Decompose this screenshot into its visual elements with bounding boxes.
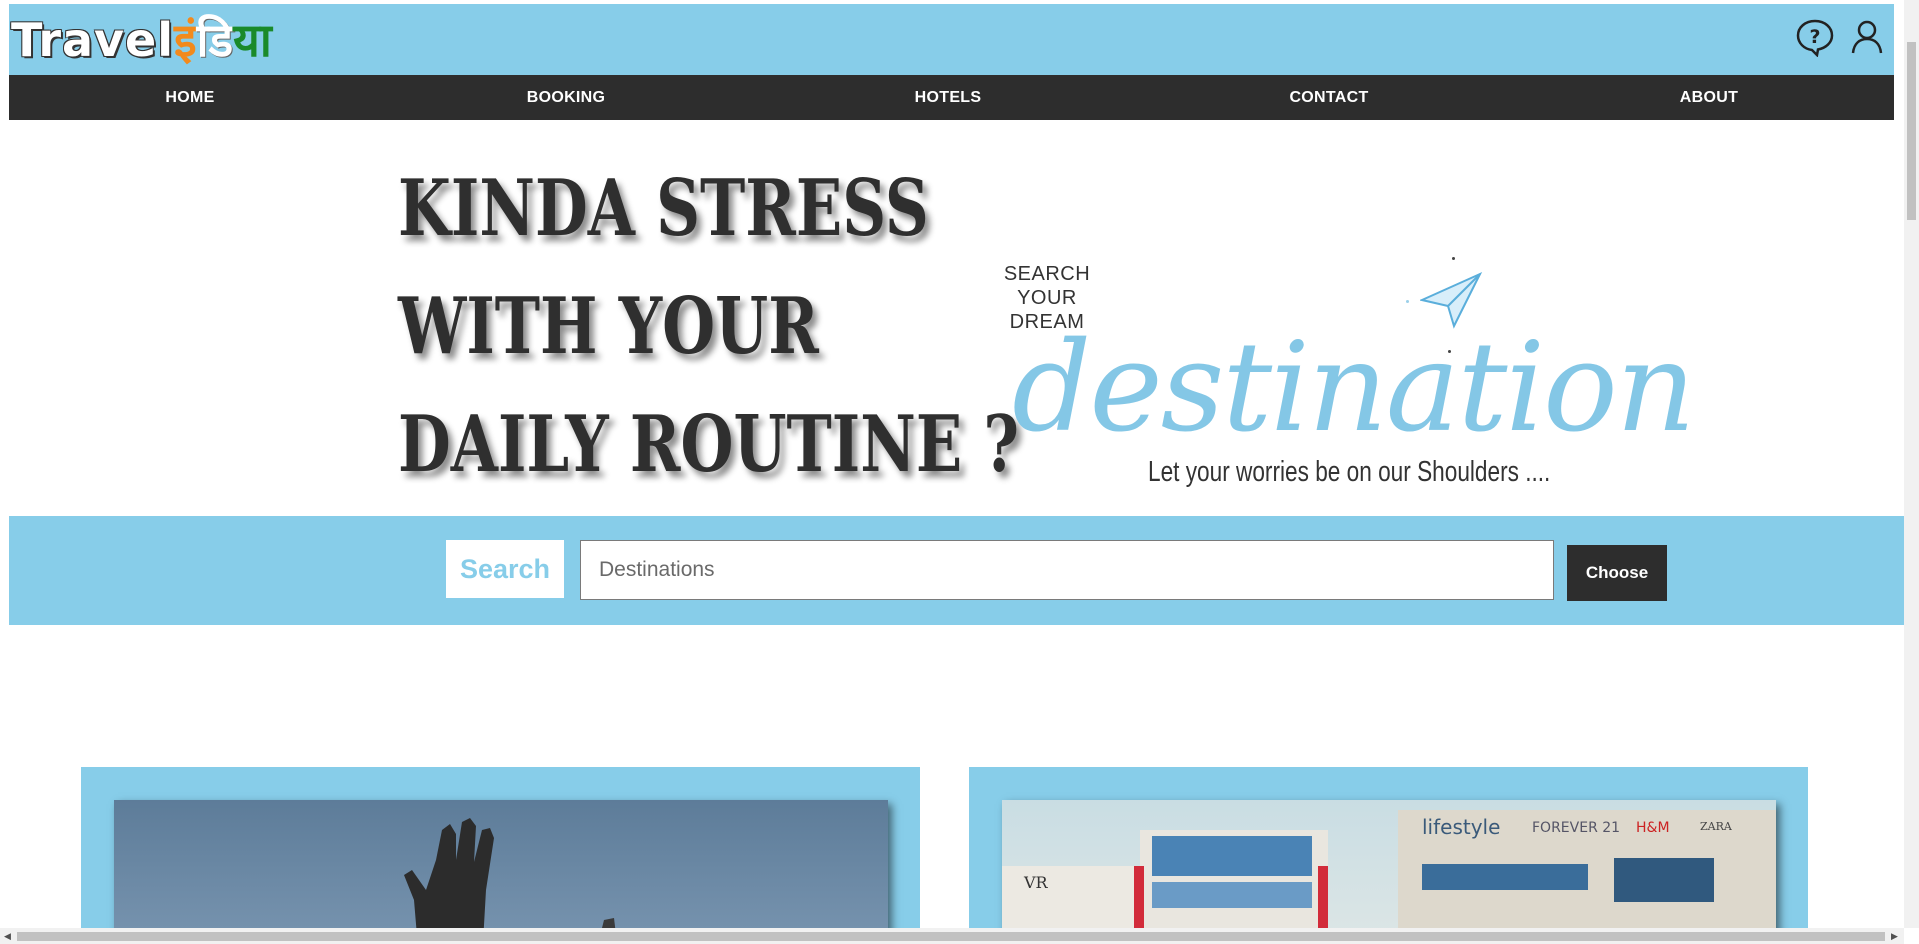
hero-line-2: WITH YOUR <box>398 281 819 372</box>
top-header: Travelइंडिया ? <box>9 4 1894 75</box>
card-image-shopping-mall[interactable]: VR lifestyle FOREVER 21 H&M ZARA <box>1002 800 1776 944</box>
svg-text:ZARA: ZARA <box>1700 820 1733 833</box>
nav-home[interactable]: HOME <box>165 75 214 120</box>
svg-text:lifestyle: lifestyle <box>1422 815 1500 839</box>
tagline-text: Let your worries be on our Shoulders ...… <box>1148 456 1551 488</box>
vertical-scroll-thumb[interactable] <box>1907 42 1916 220</box>
nav-about[interactable]: ABOUT <box>1680 75 1738 120</box>
hero-line-1: KINDA STRESS <box>398 163 929 254</box>
decor-dot <box>1448 350 1451 353</box>
destination-search-input[interactable] <box>580 540 1554 600</box>
logo-hindi-part-3: या <box>233 13 272 67</box>
user-icon[interactable] <box>1847 16 1887 58</box>
search-dream-line-1: SEARCH <box>1003 263 1091 285</box>
logo-hindi-part-1: इं <box>174 13 197 67</box>
help-icon[interactable]: ? <box>1795 16 1835 58</box>
page: Travelइंडिया ? HOME BOOKING HOTELS CONTA… <box>0 0 1919 944</box>
vertical-scrollbar[interactable] <box>1904 0 1919 928</box>
logo-english-text: Travel <box>11 13 175 67</box>
svg-text:VR: VR <box>1023 873 1049 892</box>
nav-booking[interactable]: BOOKING <box>527 75 606 120</box>
search-section: Search Choose <box>9 516 1904 625</box>
destination-card[interactable] <box>81 767 920 944</box>
hero-headline: KINDA STRESS WITH YOUR DAILY ROUTINE ? <box>398 150 1020 504</box>
decor-dot <box>1406 300 1409 303</box>
main-nav: HOME BOOKING HOTELS CONTACT ABOUT <box>9 75 1894 120</box>
card-image-open-hand[interactable] <box>114 800 888 944</box>
destination-card[interactable]: VR lifestyle FOREVER 21 H&M ZARA <box>969 767 1808 944</box>
search-dream-line-2: YOUR <box>1017 287 1077 309</box>
site-logo[interactable]: Travelइंडिया <box>11 8 272 72</box>
svg-text:FOREVER 21: FOREVER 21 <box>1532 820 1620 836</box>
svg-text:H&M: H&M <box>1636 820 1670 836</box>
choose-button[interactable]: Choose <box>1567 545 1667 601</box>
nav-hotels[interactable]: HOTELS <box>915 75 982 120</box>
decor-dot <box>1452 257 1455 260</box>
horizontal-scroll-thumb[interactable] <box>17 932 1885 941</box>
scroll-right-arrow-icon[interactable]: ▶ <box>1891 931 1898 942</box>
hero-line-3: DAILY ROUTINE ? <box>398 399 1020 490</box>
horizontal-scrollbar[interactable]: ◀ ▶ <box>0 928 1904 944</box>
svg-text:?: ? <box>1809 26 1820 48</box>
destination-script-text: destination <box>1012 316 1696 460</box>
search-label: Search <box>446 540 564 598</box>
logo-hindi-part-2: डि <box>196 13 234 67</box>
scroll-left-arrow-icon[interactable]: ◀ <box>4 931 11 942</box>
nav-contact[interactable]: CONTACT <box>1289 75 1368 120</box>
paper-plane-icon <box>1418 270 1484 335</box>
